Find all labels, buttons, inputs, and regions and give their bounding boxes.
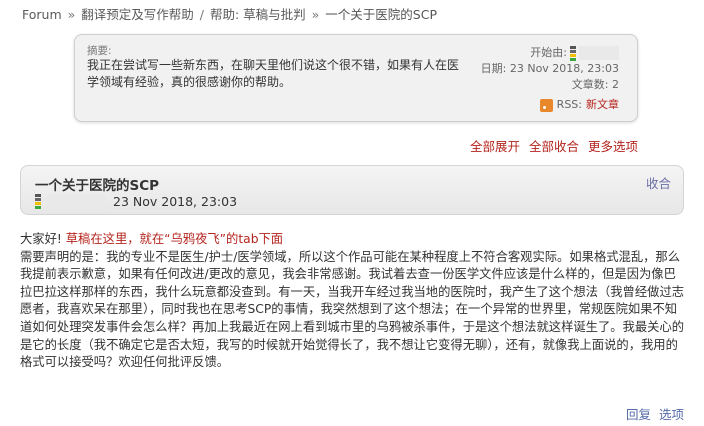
karma-bars-icon (570, 45, 576, 61)
date-row: 日期: 23 Nov 2018, 23:03 (481, 61, 619, 77)
rss-label: RSS: (556, 98, 582, 111)
date-label: 日期: (480, 62, 507, 75)
starter-label: 开始由: (530, 46, 567, 59)
collapse-all-link[interactable]: 全部收合 (529, 139, 579, 154)
post-text: 需要声明的是：我的专业不是医生/护士/医学领域，所以这个作品可能在某种程度上不符… (20, 249, 685, 370)
rss-new-posts-link[interactable]: 新文章 (586, 97, 619, 113)
collapse-post-link[interactable]: 收合 (646, 173, 671, 192)
rss-icon[interactable] (539, 98, 553, 112)
post-date: 23 Nov 2018, 23:03 (113, 194, 238, 209)
rss-row: RSS: 新文章 (481, 97, 619, 113)
breadcrumb-separator: » (67, 7, 76, 22)
more-options-link[interactable]: 更多选项 (588, 139, 638, 154)
breadcrumb-forum-link[interactable]: Forum (22, 7, 62, 22)
post-body: 大家好! 草稿在这里，就在“乌鸦夜飞”的tab下面 需要声明的是：我的专业不是医… (20, 231, 686, 372)
count-label: 文章数: (571, 78, 609, 91)
breadcrumb-separator-2: » (311, 7, 320, 22)
date-value: 23 Nov 2018, 23:03 (509, 62, 619, 75)
options-link[interactable]: 选项 (659, 407, 684, 422)
starter-avatar[interactable] (579, 46, 619, 60)
breadcrumb-section-link[interactable]: 翻译预定及写作帮助 (81, 7, 194, 22)
thread-summary-box: 摘要: 我正在尝试写一些新东西，在聊天里他们说这个很不错，如果有人在医学领域有经… (74, 34, 638, 122)
post-footer: 回复 选项 (622, 404, 684, 423)
count-value: 2 (612, 78, 619, 91)
breadcrumb: Forum » 翻译预定及写作帮助 / 帮助: 草稿与批判 » 一个关于医院的S… (22, 4, 437, 23)
post-first-line: 大家好! 草稿在这里，就在“乌鸦夜飞”的tab下面 (20, 231, 686, 249)
breadcrumb-current: 一个关于医院的SCP (325, 7, 437, 22)
reply-link[interactable]: 回复 (626, 407, 651, 422)
draft-link[interactable]: 草稿在这里，就在“乌鸦夜飞”的tab下面 (66, 232, 283, 246)
breadcrumb-slash: / (199, 7, 204, 22)
expand-all-link[interactable]: 全部展开 (470, 139, 520, 154)
post-greeting: 大家好! (20, 232, 62, 246)
post-title: 一个关于医院的SCP (35, 178, 160, 194)
post-author-row: 23 Nov 2018, 23:03 (35, 194, 237, 209)
author-karma-icon (35, 194, 41, 209)
count-row: 文章数: 2 (481, 77, 619, 93)
summary-text: 我正在尝试写一些新东西，在聊天里他们说这个很不错，如果有人在医学领域有经验，真的… (87, 58, 460, 89)
summary-label: 摘要: (87, 45, 112, 57)
thread-meta: 开始由: 日期: 23 Nov 2018, 23:03 文章数: 2 RSS: … (481, 45, 619, 113)
breadcrumb-subsection-link[interactable]: 帮助: 草稿与批判 (210, 7, 306, 22)
starter-row: 开始由: (481, 45, 619, 61)
author-avatar[interactable] (47, 194, 107, 209)
thread-actions: 全部展开 全部收合 更多选项 (465, 136, 638, 155)
post-header: 一个关于医院的SCP 收合 23 Nov 2018, 23:03 (20, 165, 684, 215)
